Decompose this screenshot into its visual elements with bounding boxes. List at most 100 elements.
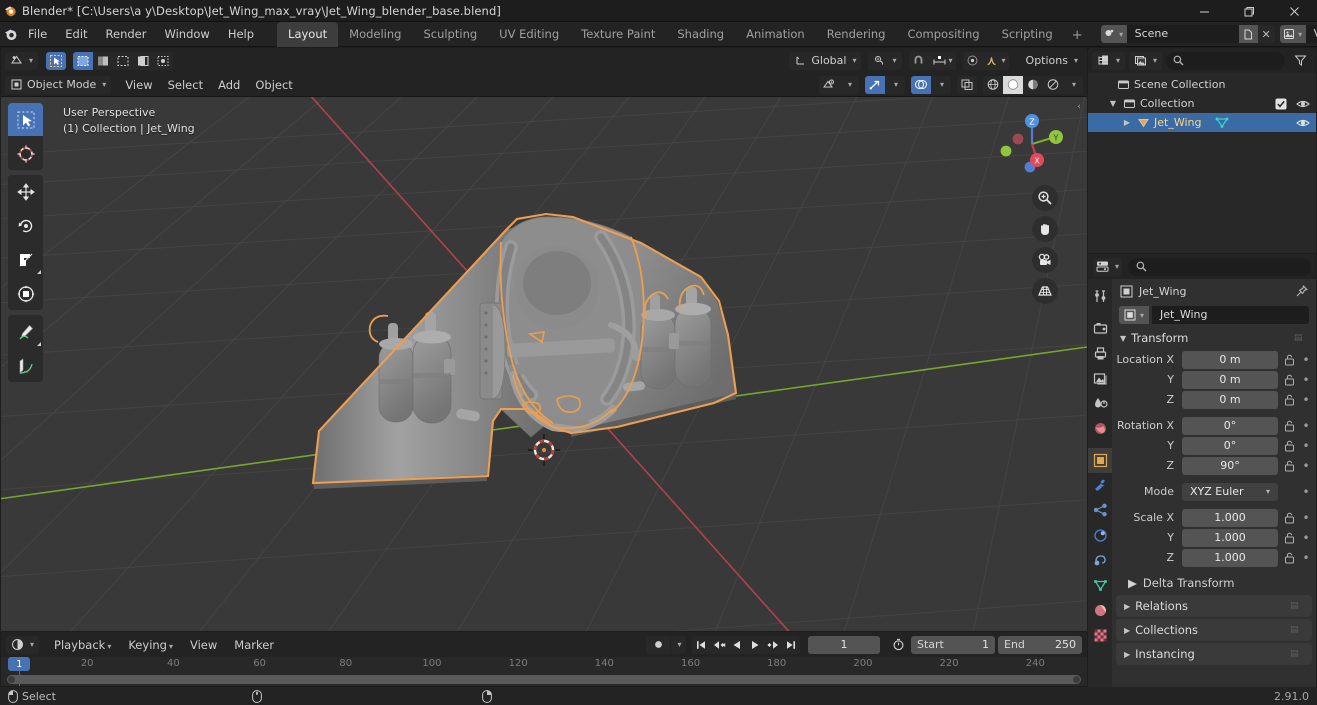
animate-property-icon[interactable]: • (1300, 393, 1312, 407)
camera-view-icon[interactable] (1032, 247, 1058, 273)
rotation-y-field[interactable]: 0° (1182, 436, 1278, 455)
tab-shading[interactable]: Shading (666, 22, 735, 47)
rotation-z-field[interactable]: 90° (1182, 456, 1278, 475)
mesh-data-icon[interactable] (1215, 116, 1229, 129)
properties-search-input[interactable] (1128, 257, 1311, 276)
timeline-menu-view[interactable]: View (183, 636, 224, 654)
tab-rendering[interactable]: Rendering (816, 22, 897, 47)
lock-icon[interactable] (1282, 460, 1296, 472)
tab-texture[interactable] (1088, 623, 1112, 648)
snap-target-icon[interactable]: ▾ (929, 52, 956, 70)
scale-y-field[interactable]: 1.000 (1182, 528, 1278, 547)
animate-property-icon[interactable]: • (1300, 485, 1312, 499)
pivot-point-selector[interactable]: ▾ (868, 51, 902, 70)
scrollbar-left-handle[interactable] (8, 676, 15, 683)
location-y-field[interactable]: 0 m (1182, 370, 1278, 389)
gizmo-icon[interactable] (865, 75, 885, 94)
tab-sculpting[interactable]: Sculpting (412, 22, 488, 47)
auto-keying-options-icon[interactable]: ▾ (671, 635, 686, 654)
location-z-field[interactable]: 0 m (1182, 390, 1278, 409)
animate-property-icon[interactable]: • (1300, 419, 1312, 433)
panel-transform-header[interactable]: ▼ Transform ▤ (1112, 327, 1316, 349)
shading-material-preview-icon[interactable] (1023, 76, 1043, 94)
object-name-field[interactable]: Jet_Wing (1152, 306, 1309, 324)
extend-select-icon[interactable] (93, 52, 113, 70)
proportional-edit-icon[interactable] (963, 52, 983, 70)
outliner-tree[interactable]: Scene Collection ▼ Collection ▶ Jet_Wing (1088, 73, 1316, 253)
animate-property-icon[interactable]: • (1300, 373, 1312, 387)
toggle-perspective-icon[interactable] (1032, 278, 1058, 304)
panel-collections-header[interactable]: ▶ Collections ▤ (1116, 619, 1312, 641)
close-button[interactable] (1272, 0, 1317, 22)
panel-delta-transform-header[interactable]: ▶ Delta Transform (1112, 573, 1316, 593)
menu-file[interactable]: File (19, 24, 56, 44)
jump-to-start-icon[interactable] (692, 636, 710, 654)
tweak-select-icon[interactable] (46, 51, 67, 70)
tab-view-layer[interactable] (1088, 366, 1112, 391)
viewlayer-name[interactable]: View Layer (1305, 25, 1317, 43)
animate-property-icon[interactable]: • (1300, 353, 1312, 367)
exclude-checkbox[interactable] (1275, 98, 1287, 110)
tab-render[interactable] (1088, 316, 1112, 341)
view-layer-icon[interactable]: ▾ (1279, 25, 1306, 43)
disclosure-triangle[interactable]: ▼ (1106, 99, 1120, 108)
use-preview-range-icon[interactable] (887, 636, 910, 654)
timeline-menu-marker[interactable]: Marker (227, 636, 281, 654)
animate-property-icon[interactable]: • (1300, 511, 1312, 525)
shading-solid-icon[interactable] (1003, 75, 1023, 94)
animate-property-icon[interactable]: • (1300, 551, 1312, 565)
tab-material[interactable] (1088, 598, 1112, 623)
zoom-icon[interactable] (1032, 185, 1058, 211)
lock-icon[interactable] (1282, 512, 1296, 524)
outliner-row-jet-wing[interactable]: ▶ Jet_Wing (1088, 113, 1316, 132)
tab-output[interactable] (1088, 341, 1112, 366)
outliner-row-scene-collection[interactable]: Scene Collection (1088, 75, 1316, 94)
editor-type-selector[interactable]: ▾ (5, 51, 39, 70)
viewport-menu-select[interactable]: Select (161, 76, 210, 94)
blender-menu-icon[interactable] (4, 23, 19, 45)
timeline-track[interactable]: 20 40 60 80 100 120 140 160 180 200 220 240 1 (1, 657, 1087, 686)
timeline-menu-playback[interactable]: Playback ▾ (47, 636, 118, 654)
snap-magnet-icon[interactable] (909, 52, 929, 70)
scale-tool-icon[interactable] (8, 243, 43, 276)
difference-select-icon[interactable] (153, 52, 173, 70)
timeline-menu-keying[interactable]: Keying ▾ (121, 636, 180, 654)
rotation-x-field[interactable]: 0° (1182, 416, 1278, 435)
xray-icon[interactable] (957, 76, 977, 94)
tab-texture-paint[interactable]: Texture Paint (570, 22, 666, 47)
viewport-menu-add[interactable]: Add (211, 76, 247, 94)
shading-chevron-icon[interactable]: ▾ (1063, 76, 1083, 94)
tab-object[interactable] (1088, 448, 1112, 473)
menu-edit[interactable]: Edit (56, 24, 96, 44)
viewport-sidebar-toggle[interactable]: ‹ (1073, 99, 1085, 115)
viewport-menu-view[interactable]: View (118, 76, 159, 94)
tab-object-data[interactable] (1088, 573, 1112, 598)
add-workspace-button[interactable]: + (1064, 24, 1091, 47)
overlays-chevron-icon[interactable]: ▾ (931, 76, 951, 94)
outliner-row-collection[interactable]: ▼ Collection (1088, 94, 1316, 113)
tab-layout[interactable]: Layout (277, 21, 339, 47)
location-x-field[interactable]: 0 m (1182, 350, 1278, 369)
scale-x-field[interactable]: 1.000 (1182, 508, 1278, 527)
animate-property-icon[interactable]: • (1300, 439, 1312, 453)
object-browse-button[interactable]: ▾ (1119, 306, 1149, 324)
timeline-editor-type-selector[interactable]: ▾ (6, 635, 40, 654)
outliner-filter-id-selector[interactable]: ▾ (1129, 51, 1163, 70)
minimize-button[interactable] (1182, 0, 1227, 22)
hide-in-viewport-eye-icon[interactable] (1296, 117, 1310, 129)
tab-particles[interactable] (1088, 498, 1112, 523)
scrollbar-right-handle[interactable] (1073, 676, 1080, 683)
scale-z-field[interactable]: 1.000 (1182, 548, 1278, 567)
subtract-select-icon[interactable] (113, 52, 133, 70)
properties-editor-type-selector[interactable]: ▾ (1093, 257, 1123, 276)
lock-icon[interactable] (1282, 440, 1296, 452)
tab-compositing[interactable]: Compositing (896, 22, 990, 47)
panel-instancing-header[interactable]: ▶ Instancing ▤ (1116, 643, 1312, 665)
menu-window[interactable]: Window (155, 24, 218, 44)
tab-modeling[interactable]: Modeling (338, 22, 412, 47)
animate-property-icon[interactable]: • (1300, 459, 1312, 473)
viewport-menu-object[interactable]: Object (248, 76, 299, 94)
shading-wireframe-icon[interactable] (983, 76, 1003, 94)
disclosure-triangle[interactable]: ▶ (1120, 118, 1134, 127)
jump-prev-keyframe-icon[interactable] (710, 636, 728, 654)
